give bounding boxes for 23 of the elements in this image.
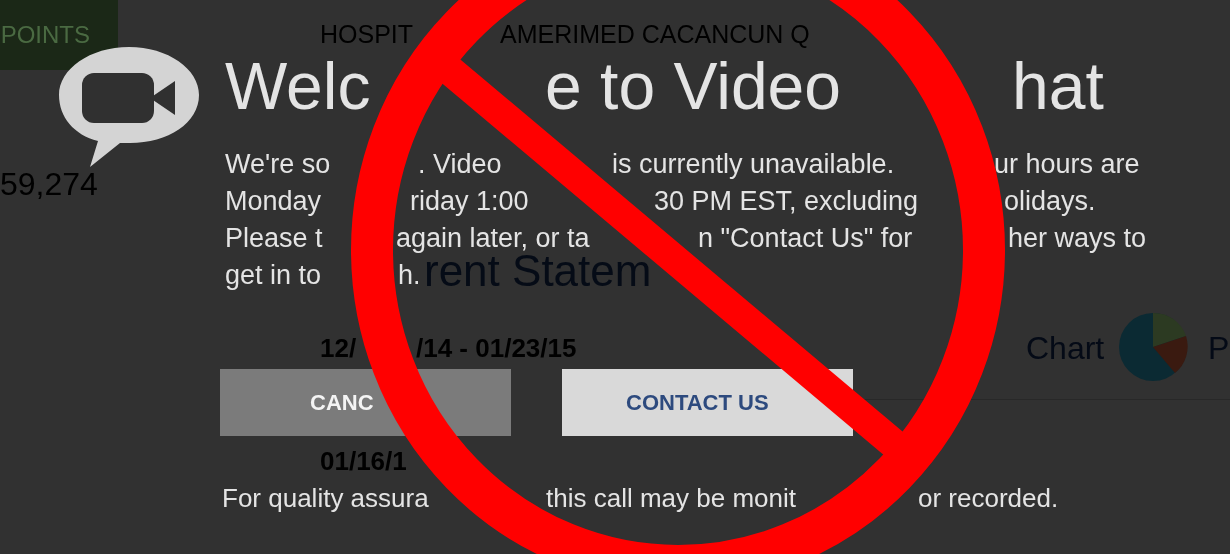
contact-button[interactable]: CONTACT US — [562, 369, 853, 436]
footer-text: For quality assura — [222, 482, 429, 514]
message-text: get in to — [225, 259, 322, 292]
message-text: Monday — [225, 185, 322, 218]
message-text: is currently unavailable. — [612, 148, 895, 181]
message-text: We're so — [225, 148, 331, 181]
footer-text: this call may be monit — [546, 482, 796, 514]
message-text: ur hours are — [994, 148, 1140, 181]
message-text: riday 1:00 — [410, 185, 529, 218]
dialog-title: e to Video — [545, 50, 842, 123]
message-text: Please t — [225, 222, 323, 255]
message-text: h. — [398, 259, 421, 292]
message-text: her ways to — [1008, 222, 1147, 255]
message-text: n "Contact Us" for — [698, 222, 913, 255]
message-text: . Video — [418, 148, 502, 181]
points-tab[interactable]: POINTS — [0, 0, 118, 70]
dialog-title: hat — [1012, 50, 1104, 123]
video-chat-icon — [58, 45, 200, 169]
message-text: olidays. — [1004, 185, 1096, 218]
dialog-title: Welc — [225, 50, 371, 123]
footer-text: or recorded. — [918, 482, 1059, 514]
pie-chart-drawing — [1118, 312, 1188, 382]
message-text: 30 PM EST, excluding — [654, 185, 919, 218]
